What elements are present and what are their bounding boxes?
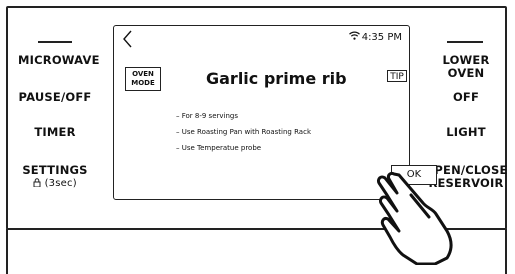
settings-label: SETTINGS [22, 163, 88, 177]
lower-oven-indicator-line [447, 41, 483, 43]
clock-time: 4:35 PM [361, 31, 402, 43]
off-button[interactable]: OFF [424, 91, 508, 104]
oven-mode-line1: OVEN [132, 70, 154, 78]
wifi-icon [348, 31, 360, 43]
pause-off-button[interactable]: PAUSE/OFF [18, 91, 92, 104]
recipe-notes: – For 8-9 servings – Use Roasting Pan wi… [176, 108, 311, 156]
settings-lock-hint: (3sec) [18, 177, 92, 190]
settings-button[interactable]: SETTINGS (3sec) [18, 164, 92, 190]
note-item: – Use Roasting Pan with Roasting Rack [176, 128, 311, 136]
tip-button[interactable]: TIP [387, 70, 407, 82]
oven-mode-line2: MODE [131, 78, 155, 87]
lower-oven-button[interactable]: LOWER OVEN [424, 54, 508, 80]
note-text: For 8-9 servings [181, 112, 239, 120]
note-text: Use Temperatue probe [181, 144, 262, 152]
microwave-button[interactable]: MICROWAVE [18, 54, 99, 67]
note-text: Use Roasting Pan with Roasting Rack [181, 128, 311, 136]
pointing-hand-icon [373, 165, 463, 266]
recipe-title: Garlic prime rib [206, 69, 347, 88]
status-bar: 4:35 PM [348, 31, 402, 43]
note-item: – For 8-9 servings [176, 112, 239, 120]
microwave-indicator-line [38, 41, 72, 43]
light-button[interactable]: LIGHT [424, 126, 508, 139]
display-screen: 4:35 PM OVEN MODE Garlic prime rib TIP –… [113, 25, 410, 200]
timer-button[interactable]: TIMER [18, 126, 92, 139]
back-chevron-icon[interactable] [120, 28, 136, 50]
note-item: – Use Temperatue probe [176, 144, 262, 152]
settings-sub-label: (3sec) [44, 178, 77, 189]
oven-mode-badge[interactable]: OVEN MODE [125, 67, 161, 91]
lock-icon [33, 178, 44, 189]
